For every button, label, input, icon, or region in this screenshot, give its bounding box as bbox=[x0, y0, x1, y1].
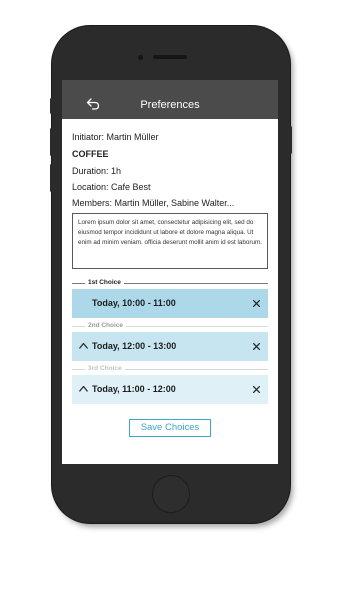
choice-time: Today, 10:00 - 11:00 bbox=[92, 298, 176, 308]
members-text: Members: Martin Müller, Sabine Walter... bbox=[72, 198, 235, 208]
volume-down-button bbox=[50, 164, 53, 192]
power-button bbox=[289, 126, 292, 154]
home-button[interactable] bbox=[152, 475, 190, 513]
close-icon[interactable] bbox=[253, 386, 260, 393]
choice-label-text: 1st Choice bbox=[85, 278, 124, 288]
chevron-up-icon[interactable] bbox=[79, 342, 88, 349]
volume-up-button bbox=[50, 128, 53, 156]
choice-label-text: 2nd Choice bbox=[85, 321, 127, 331]
chevron-up-icon[interactable] bbox=[79, 385, 88, 392]
choice-row-1[interactable]: Today, 10:00 - 11:00 bbox=[72, 289, 268, 318]
event-description: Lorem ipsum dolor sit amet, consectetur … bbox=[72, 213, 268, 269]
mute-switch bbox=[50, 98, 53, 114]
duration-text: Duration: 1h bbox=[72, 166, 122, 176]
choice-time: Today, 11:00 - 12:00 bbox=[92, 384, 176, 394]
choice-label-text: 3rd Choice bbox=[85, 364, 125, 374]
choice-label-1: 1st Choice bbox=[72, 278, 268, 288]
earpiece-speaker bbox=[153, 55, 187, 59]
app-header: Preferences bbox=[62, 80, 278, 119]
choice-row-2[interactable]: Today, 12:00 - 13:00 bbox=[72, 332, 268, 361]
choice-row-3[interactable]: Today, 11:00 - 12:00 bbox=[72, 375, 268, 404]
app-screen: Preferences Initiator: Martin Müller COF… bbox=[62, 80, 278, 464]
location-text: Location: Cafe Best bbox=[72, 182, 151, 192]
initiator-text: Initiator: Martin Müller bbox=[72, 132, 159, 142]
choice-label-2: 2nd Choice bbox=[72, 321, 268, 331]
choice-time: Today, 12:00 - 13:00 bbox=[92, 341, 177, 351]
close-icon[interactable] bbox=[253, 300, 260, 307]
page-title: Preferences bbox=[140, 99, 200, 111]
event-name: COFFEE bbox=[72, 149, 109, 159]
front-camera bbox=[138, 55, 143, 60]
close-icon[interactable] bbox=[253, 343, 260, 350]
save-choices-button[interactable]: Save Choices bbox=[129, 419, 211, 437]
choice-label-3: 3rd Choice bbox=[72, 364, 268, 374]
